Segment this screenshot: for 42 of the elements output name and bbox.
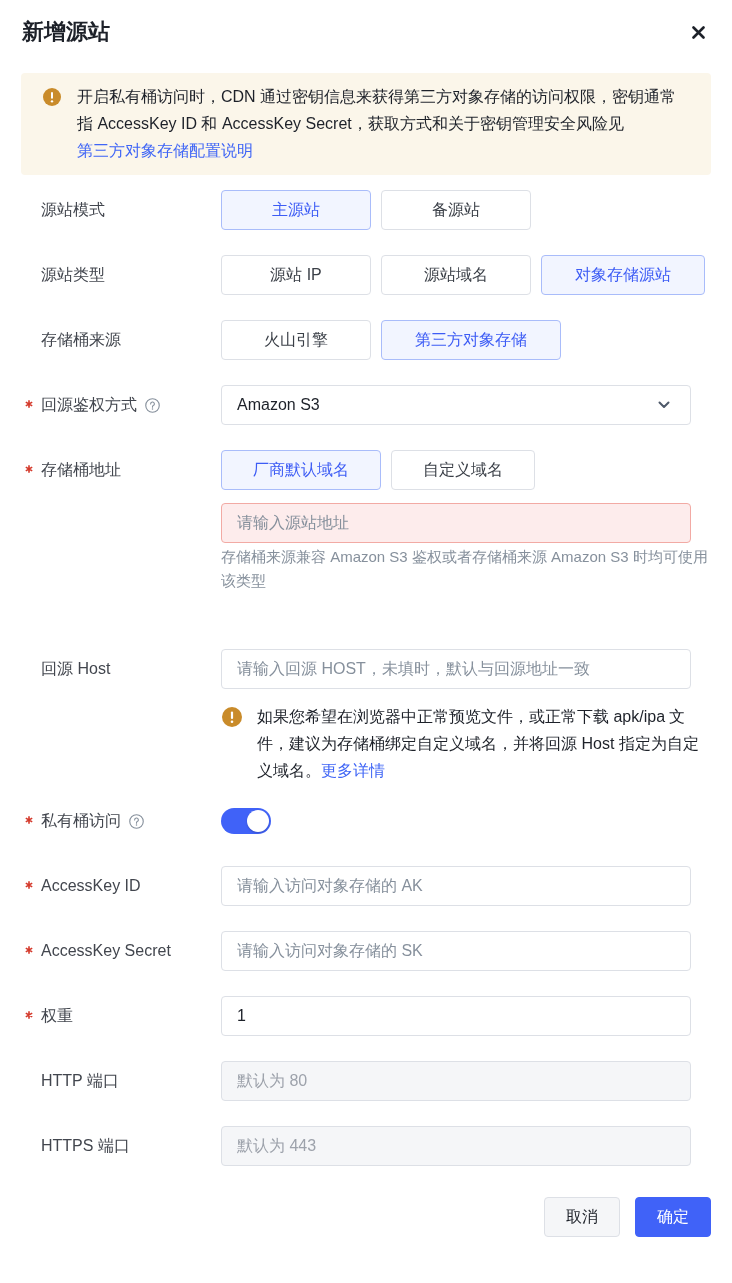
more-details-link[interactable]: 更多详情 <box>321 762 385 779</box>
field-label: 源站模式 <box>41 199 105 220</box>
field-label: HTTP 端口 <box>41 1070 119 1091</box>
option-button[interactable]: 备源站 <box>381 190 531 230</box>
chevron-down-icon <box>658 401 670 409</box>
field-label: 私有桶访问 <box>41 810 121 831</box>
text-input[interactable]: 1 <box>221 996 691 1036</box>
option-button[interactable]: 对象存储源站 <box>541 255 705 295</box>
dialog-title: 新增源站 <box>21 18 110 46</box>
warning-icon <box>43 87 61 106</box>
option-button[interactable]: 源站域名 <box>381 255 531 295</box>
warning-icon <box>222 706 242 727</box>
close-icon[interactable] <box>692 25 705 39</box>
field-label: 回源鉴权方式 <box>41 394 137 415</box>
help-icon[interactable] <box>129 813 144 829</box>
address-input[interactable]: 请输入源站地址 <box>221 503 691 543</box>
confirm-button[interactable]: 确定 <box>635 1197 711 1237</box>
help-icon[interactable] <box>145 397 160 413</box>
option-button[interactable]: 火山引擎 <box>221 320 371 360</box>
field-label: 源站类型 <box>41 264 105 285</box>
field-label: AccessKey ID <box>41 877 141 895</box>
field-label: HTTPS 端口 <box>41 1135 130 1156</box>
config-guide-link[interactable]: 第三方对象存储配置说明 <box>77 142 253 159</box>
text-input[interactable]: 请输入回源 HOST，未填时，默认与回源地址一致 <box>221 649 691 689</box>
field-label: 存储桶来源 <box>41 329 121 350</box>
option-button[interactable]: 源站 IP <box>221 255 371 295</box>
option-button[interactable]: 自定义域名 <box>391 450 535 490</box>
field-label: 回源 Host <box>41 658 111 679</box>
field-label: AccessKey Secret <box>41 942 171 960</box>
option-button[interactable]: 第三方对象存储 <box>381 320 561 360</box>
hint-text: 存储桶来源兼容 Amazon S3 鉴权或者存储桶来源 Amazon S3 时均可使用该类型 <box>221 547 709 591</box>
option-button[interactable]: 厂商默认域名 <box>221 450 381 490</box>
notice-text: 如果您希望在浏览器中正常预览文件，或正常下载 apk/ipa 文件，建议为存储桶绑定自定义域名，并将回源 Host 指定为自定义域名。更多详情 <box>257 707 700 781</box>
cancel-button[interactable]: 取消 <box>544 1197 620 1237</box>
text-input[interactable]: 请输入访问对象存储的 AK <box>221 866 691 906</box>
option-button[interactable]: 主源站 <box>221 190 371 230</box>
field-label: 权重 <box>41 1005 73 1026</box>
dropdown-select[interactable]: Amazon S3 <box>221 385 691 425</box>
notice-text: 开启私有桶访问时，CDN 通过密钥信息来获得第三方对象存储的访问权限，密钥通常指 AccessKey ID 和 AccessKey Secret，获取方式和关于密钥管理安全风险见 第三方对象存储配置说明 <box>77 87 678 161</box>
toggle-switch[interactable] <box>221 808 271 834</box>
field-label: 存储桶地址 <box>41 459 121 480</box>
text-input[interactable]: 请输入访问对象存储的 SK <box>221 931 691 971</box>
